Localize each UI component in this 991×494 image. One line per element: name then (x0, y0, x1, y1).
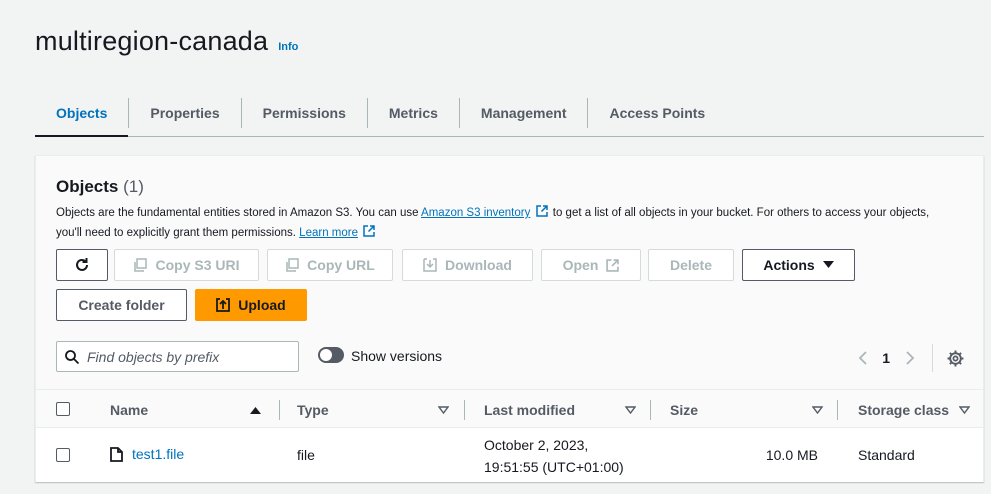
copy-url-button[interactable]: Copy URL (267, 249, 393, 281)
gear-icon (947, 350, 963, 366)
file-icon (110, 446, 123, 462)
copy-icon (134, 258, 148, 272)
sort-icon[interactable] (959, 390, 970, 429)
refresh-button[interactable] (56, 249, 108, 281)
s3-inventory-link[interactable]: Amazon S3 inventory (421, 207, 530, 219)
search-icon (65, 349, 79, 364)
last-modified-time: 19:51:55 (UTC+01:00) (484, 459, 624, 475)
table-row: test1.file file October 2, 2023, 19:51:5… (36, 428, 983, 482)
tab-metrics[interactable]: Metrics (368, 90, 459, 136)
actions-label: Actions (763, 257, 815, 273)
select-all-checkbox[interactable] (56, 402, 70, 416)
download-icon (423, 258, 437, 272)
row-checkbox[interactable] (56, 448, 70, 462)
page-title: multiregion-canada (35, 26, 269, 56)
external-link-icon (606, 258, 620, 272)
upload-icon (216, 298, 231, 312)
object-storage-class: Standard (858, 447, 915, 463)
column-header-type[interactable]: Type (297, 390, 329, 429)
object-type: file (297, 447, 315, 463)
sort-icon[interactable] (812, 390, 823, 429)
description-text: Objects are the fundamental entities sto… (56, 207, 422, 219)
column-header-storage-class[interactable]: Storage class (858, 390, 949, 429)
download-button[interactable]: Download (402, 249, 533, 281)
create-folder-button[interactable]: Create folder (56, 289, 187, 321)
objects-heading: Objects (1) (56, 177, 144, 197)
column-divider (464, 400, 465, 420)
tab-access-points[interactable]: Access Points (588, 90, 726, 136)
caret-down-icon (822, 261, 834, 268)
chevron-left-icon (858, 351, 867, 365)
chevron-right-icon (905, 351, 914, 365)
column-divider (279, 400, 280, 420)
objects-description: Objects are the fundamental entities sto… (56, 203, 956, 243)
refresh-icon (76, 258, 88, 271)
show-versions-label: Show versions (351, 348, 443, 364)
delete-label: Delete (669, 257, 713, 273)
delete-button[interactable]: Delete (648, 249, 734, 281)
upload-label: Upload (238, 297, 286, 313)
copy-s3-uri-button[interactable]: Copy S3 URI (114, 249, 259, 281)
next-page-button[interactable] (900, 346, 920, 370)
objects-title: Objects (56, 177, 119, 196)
open-button[interactable]: Open (541, 249, 641, 281)
pagination-divider (932, 344, 933, 372)
sort-icon[interactable] (438, 390, 449, 429)
tab-objects[interactable]: Objects (35, 90, 129, 137)
preferences-button[interactable] (945, 346, 965, 370)
objects-panel: Objects (1) Objects are the fundamental … (35, 155, 984, 482)
tab-bar: Objects Properties Permissions Metrics M… (35, 90, 984, 137)
object-last-modified: October 2, 2023, 19:51:55 (UTC+01:00) (484, 434, 624, 478)
tab-management[interactable]: Management (460, 90, 588, 136)
column-header-last-modified[interactable]: Last modified (484, 390, 575, 429)
toggle-knob (320, 349, 332, 361)
page-header: multiregion-canada Info (35, 26, 298, 57)
object-name-link[interactable]: test1.file (132, 446, 184, 462)
show-versions-toggle[interactable] (318, 347, 344, 363)
search-input[interactable] (87, 348, 287, 365)
column-divider (837, 400, 838, 420)
column-header-size[interactable]: Size (670, 390, 698, 429)
copy-s3-uri-label: Copy S3 URI (155, 257, 240, 273)
search-box (56, 341, 299, 372)
column-divider (650, 400, 651, 420)
previous-page-button[interactable] (852, 346, 872, 370)
external-link-icon (363, 225, 375, 237)
table-header: Name Type Last modified Size Storage cla… (36, 389, 983, 428)
objects-count: (1) (123, 177, 144, 196)
object-size: 10.0 MB (765, 447, 818, 463)
download-label: Download (445, 257, 512, 273)
last-modified-date: October 2, 2023, (484, 437, 589, 453)
create-folder-label: Create folder (78, 297, 165, 313)
copy-icon (286, 258, 299, 272)
info-link[interactable]: Info (278, 41, 298, 53)
object-name-cell: test1.file (110, 446, 184, 462)
actions-dropdown[interactable]: Actions (742, 249, 855, 281)
pagination: 1 (852, 344, 965, 372)
column-header-name[interactable]: Name (110, 390, 148, 429)
copy-url-label: Copy URL (307, 257, 375, 273)
current-page-number[interactable]: 1 (882, 350, 890, 366)
tab-properties[interactable]: Properties (129, 90, 240, 136)
tab-permissions[interactable]: Permissions (242, 90, 367, 136)
sort-ascending-icon[interactable] (250, 390, 261, 429)
learn-more-link[interactable]: Learn more (299, 227, 358, 239)
upload-button[interactable]: Upload (195, 289, 307, 321)
external-link-icon (535, 205, 548, 217)
open-label: Open (562, 257, 599, 273)
sort-icon[interactable] (625, 390, 636, 429)
